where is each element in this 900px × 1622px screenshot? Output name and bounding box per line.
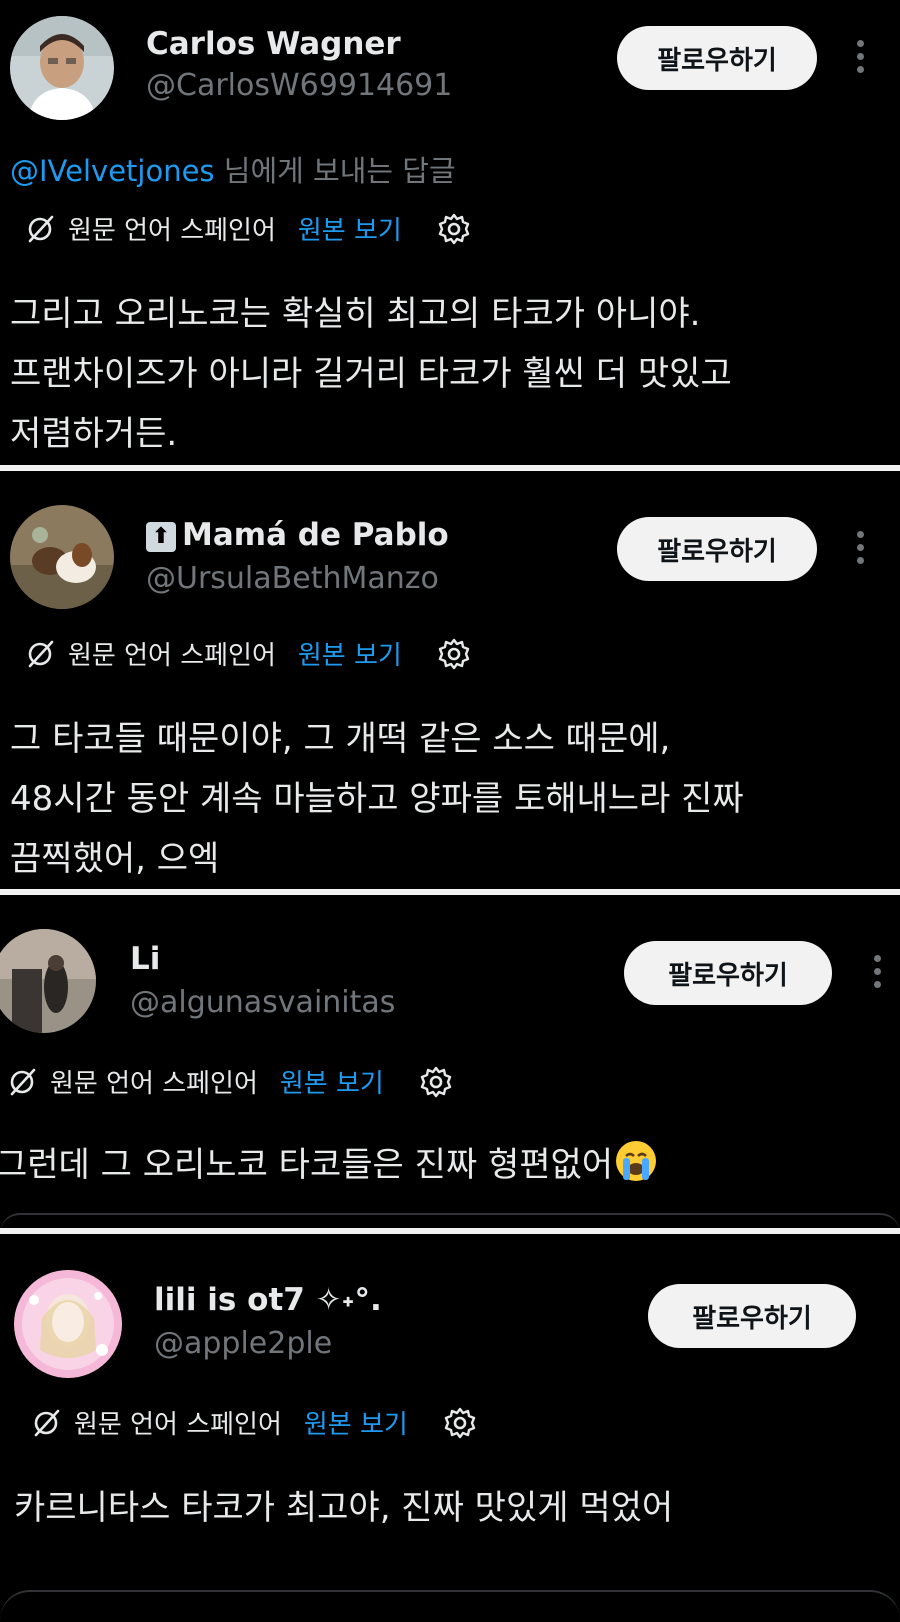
user-handle[interactable]: @apple2ple: [154, 1326, 332, 1361]
crying-face-icon: [616, 1141, 657, 1181]
avatar[interactable]: [10, 16, 114, 120]
replying-suffix: 님에게 보내는 답글: [214, 154, 456, 188]
follow-button[interactable]: 팔로우하기: [617, 517, 817, 581]
display-name[interactable]: lili is ot7 ✧˖°.: [154, 1282, 382, 1318]
up-arrow-badge-icon: ⬆: [146, 522, 176, 552]
translation-row: 원문 언어 스페인어 원본 보기: [30, 1404, 478, 1441]
gear-icon[interactable]: [436, 211, 472, 247]
reply-box-edge: [0, 1213, 900, 1228]
avatar[interactable]: [0, 929, 96, 1033]
tweet-text-content: 그런데 그 오리노코 타코들은 진짜 형편없어: [0, 1145, 614, 1185]
tweet-text: 카르니타스 타코가 최고야, 진짜 맛있게 먹었어: [14, 1488, 674, 1528]
gear-icon[interactable]: [436, 636, 472, 672]
user-handle[interactable]: @algunasvainitas: [130, 985, 395, 1020]
tweet-card[interactable]: ⬆ Mamá de Pablo @UrsulaBethManzo 팔로우하기 원문…: [0, 471, 900, 889]
more-options-icon[interactable]: [853, 40, 867, 80]
display-name[interactable]: Li: [130, 941, 160, 977]
tweet-text: 그 타코들 때문이야, 그 개떡 같은 소스 때문에, 48시간 동안 계속 마…: [10, 719, 744, 879]
translate-globe-icon: [28, 640, 54, 667]
tweet-card[interactable]: lili is ot7 ✧˖°. @apple2ple 팔로우하기 원문 언어 …: [0, 1234, 900, 1615]
replying-mention-link[interactable]: @IVelvetjones: [10, 154, 215, 188]
display-name-text: Mamá de Pablo: [182, 517, 449, 553]
follow-button[interactable]: 팔로우하기: [617, 26, 817, 90]
tweet-text: 그리고 오리노코는 확실히 최고의 타코가 아니야. 프랜차이즈가 아니라 길거…: [10, 294, 732, 454]
translation-row: 원문 언어 스페인어 원본 보기: [6, 1063, 454, 1100]
follow-button[interactable]: 팔로우하기: [648, 1284, 856, 1348]
user-handle[interactable]: @CarlosW69914691: [146, 68, 452, 103]
tweet-text: 그런데 그 오리노코 타코들은 진짜 형편없어: [0, 1135, 876, 1195]
gear-icon[interactable]: [442, 1405, 478, 1441]
translated-from-label: 원문 언어 스페인어: [74, 1410, 282, 1440]
show-original-link[interactable]: 원본 보기: [280, 1063, 384, 1100]
avatar[interactable]: [14, 1270, 122, 1378]
show-original-link[interactable]: 원본 보기: [298, 210, 402, 247]
translate-globe-icon: [28, 215, 54, 242]
show-original-link[interactable]: 원본 보기: [298, 635, 402, 672]
follow-button[interactable]: 팔로우하기: [624, 941, 832, 1005]
gear-icon[interactable]: [418, 1064, 454, 1100]
tweet-card[interactable]: Li @algunasvainitas 팔로우하기 원문 언어 스페인어 원본 …: [0, 895, 900, 1228]
replying-to: @IVelvetjones 님에게 보내는 답글: [10, 148, 456, 190]
display-name[interactable]: ⬆ Mamá de Pablo: [146, 517, 449, 553]
user-handle[interactable]: @UrsulaBethManzo: [146, 561, 439, 596]
translation-row: 원문 언어 스페인어 원본 보기: [24, 635, 472, 672]
translate-globe-icon: [10, 1068, 36, 1095]
translate-globe-icon: [34, 1409, 60, 1436]
more-options-icon[interactable]: [870, 955, 884, 995]
tweet-card[interactable]: Carlos Wagner @CarlosW69914691 팔로우하기 @IV…: [0, 0, 900, 465]
more-options-icon[interactable]: [853, 531, 867, 571]
translated-from-label: 원문 언어 스페인어: [50, 1069, 258, 1099]
display-name[interactable]: Carlos Wagner: [146, 26, 401, 62]
translated-from-label: 원문 언어 스페인어: [68, 216, 276, 246]
show-original-link[interactable]: 원본 보기: [304, 1404, 408, 1441]
translation-row: 원문 언어 스페인어 원본 보기: [24, 210, 472, 247]
translated-from-label: 원문 언어 스페인어: [68, 641, 276, 671]
avatar[interactable]: [10, 505, 114, 609]
next-card-edge: [0, 1590, 900, 1622]
